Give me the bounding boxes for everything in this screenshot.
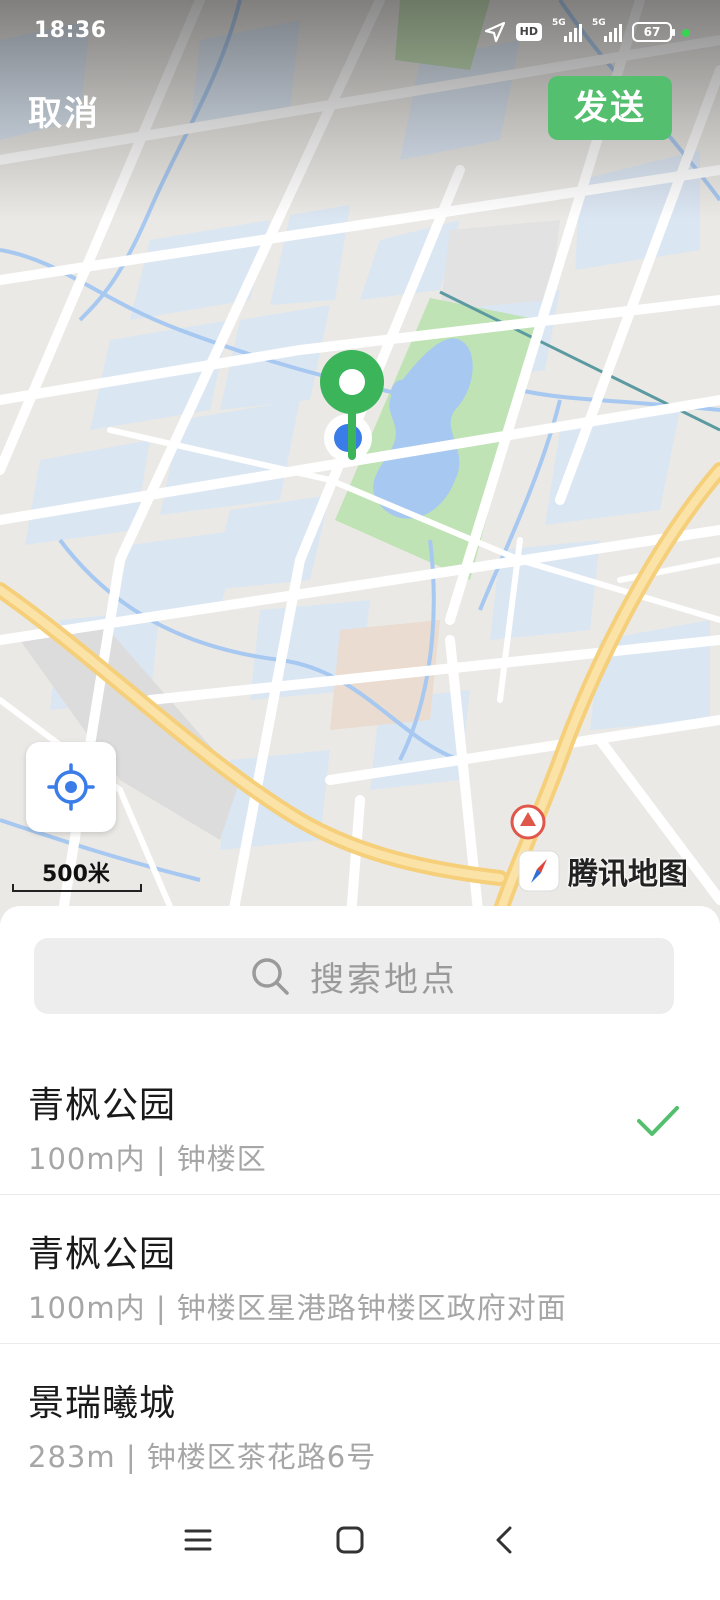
search-icon xyxy=(252,958,289,995)
brand-label: 腾讯地图 xyxy=(568,857,688,892)
poi-list-item[interactable]: 景瑞曦城 283m | 钟楼区茶花路6号 xyxy=(0,1344,720,1493)
poi-list: 青枫公园 100m内 | 钟楼区 青枫公园 100m内 | 钟楼区星港路钟楼区政… xyxy=(0,1046,720,1493)
compass-icon xyxy=(518,850,560,892)
poi-detail: 283m | 钟楼区茶花路6号 xyxy=(28,1440,377,1474)
status-bar: 18:36 HD 5G 5G 67 xyxy=(0,0,720,64)
poi-marker-icon[interactable] xyxy=(510,804,546,840)
scale-bar xyxy=(12,884,142,892)
status-time: 18:36 xyxy=(34,18,107,43)
search-placeholder: 搜索地点 xyxy=(310,959,458,1000)
privacy-indicator-dot xyxy=(682,29,690,37)
battery-icon: 67 xyxy=(632,22,675,42)
signal-icon: 5G xyxy=(552,18,582,42)
cancel-button[interactable]: 取消 xyxy=(28,86,100,135)
network-type-label: 5G xyxy=(552,18,566,28)
system-nav-bar xyxy=(0,1490,720,1600)
map-scale: 500米 xyxy=(12,856,142,892)
check-icon xyxy=(637,1106,679,1136)
back-button[interactable] xyxy=(474,1510,534,1570)
map-brand: 腾讯地图 xyxy=(518,850,688,892)
hd-badge: HD xyxy=(515,23,542,41)
poi-detail: 100m内 | 钟楼区 xyxy=(28,1142,267,1176)
poi-name: 青枫公园 xyxy=(28,1234,177,1275)
menu-button[interactable] xyxy=(168,1510,228,1570)
back-icon xyxy=(496,1526,512,1554)
poi-detail: 100m内 | 钟楼区星港路钟楼区政府对面 xyxy=(28,1291,567,1325)
poi-name: 青枫公园 xyxy=(28,1085,177,1126)
map-view[interactable]: 18:36 HD 5G 5G 67 取消 发送 500米 腾讯地图 xyxy=(0,0,720,930)
locate-me-button[interactable] xyxy=(26,742,116,832)
locate-me-icon xyxy=(47,763,95,811)
home-icon xyxy=(336,1526,364,1554)
poi-list-item[interactable]: 青枫公园 100m内 | 钟楼区 xyxy=(0,1046,720,1195)
signal-icon-2: 5G xyxy=(592,18,622,42)
send-button[interactable]: 发送 xyxy=(548,76,672,140)
menu-icon xyxy=(184,1529,212,1551)
navigation-arrow-icon xyxy=(484,21,505,43)
home-button[interactable] xyxy=(320,1510,380,1570)
search-input[interactable]: 搜索地点 xyxy=(34,938,674,1014)
network-type-label-2: 5G xyxy=(592,18,606,28)
status-icons: HD 5G 5G 67 xyxy=(484,18,675,46)
poi-list-item[interactable]: 青枫公园 100m内 | 钟楼区星港路钟楼区政府对面 xyxy=(0,1195,720,1344)
poi-name: 景瑞曦城 xyxy=(28,1383,177,1424)
